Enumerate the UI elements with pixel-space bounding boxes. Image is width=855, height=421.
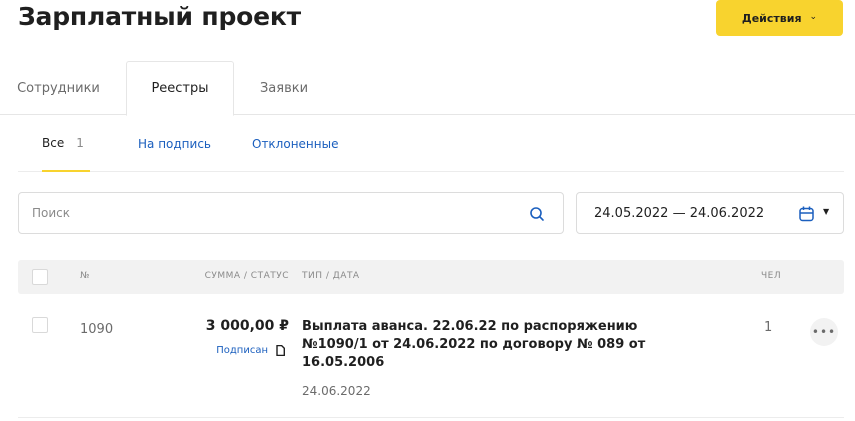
page-title: Зарплатный проект	[18, 2, 301, 31]
row-date: 24.06.2022	[302, 384, 371, 398]
tab-requests[interactable]: Заявки	[244, 61, 324, 115]
row-people-count: 1	[764, 320, 773, 335]
more-icon[interactable]: •••	[810, 318, 838, 346]
actions-button[interactable]: Действия ⌄	[716, 0, 843, 36]
row-sum: 3 000,00 ₽	[205, 318, 289, 334]
tab-employees[interactable]: Сотрудники	[0, 61, 117, 115]
date-range-picker[interactable]: 24.05.2022 — 24.06.2022 ▼	[576, 192, 844, 234]
search-icon[interactable]	[529, 206, 545, 222]
tab-registries[interactable]: Реестры	[126, 61, 234, 116]
column-sum-status: СУММА / СТАТУС	[204, 271, 289, 281]
search-input[interactable]	[32, 193, 512, 233]
date-range-value: 24.05.2022 — 24.06.2022	[594, 206, 765, 221]
calendar-icon	[799, 206, 814, 222]
row-description: Выплата аванса. 22.06.22 по распоряжению…	[302, 319, 646, 370]
subtab-all-label: Все	[42, 135, 65, 150]
search-box	[18, 192, 564, 234]
column-number: №	[80, 271, 90, 281]
column-type-date: ТИП / ДАТА	[302, 271, 360, 281]
document-icon[interactable]	[276, 345, 285, 356]
status-badge: Подписан	[216, 345, 285, 356]
subtab-all-count: 1	[76, 135, 84, 150]
column-people: ЧЕЛ	[761, 271, 782, 281]
filter-tabs: Все 1 На подпись Отклоненные	[18, 115, 844, 172]
row-number: 1090	[80, 322, 114, 337]
row-checkbox[interactable]	[32, 317, 48, 333]
table-header: № СУММА / СТАТУС ТИП / ДАТА ЧЕЛ	[18, 260, 844, 294]
subtab-rejected[interactable]: Отклоненные	[252, 115, 338, 172]
subtab-all[interactable]: Все 1	[42, 115, 90, 172]
row-status: Подписан	[216, 345, 268, 356]
subtab-to-sign[interactable]: На подпись	[138, 115, 211, 172]
caret-down-icon: ▼	[823, 207, 830, 216]
table-row[interactable]: 1090 3 000,00 ₽ Подписан Выплата аванса.…	[18, 296, 844, 418]
chevron-down-icon: ⌄	[809, 12, 818, 22]
actions-button-label: Действия	[741, 11, 802, 25]
select-all-checkbox[interactable]	[32, 269, 48, 285]
main-tabs: Сотрудники Реестры Заявки	[0, 61, 855, 116]
